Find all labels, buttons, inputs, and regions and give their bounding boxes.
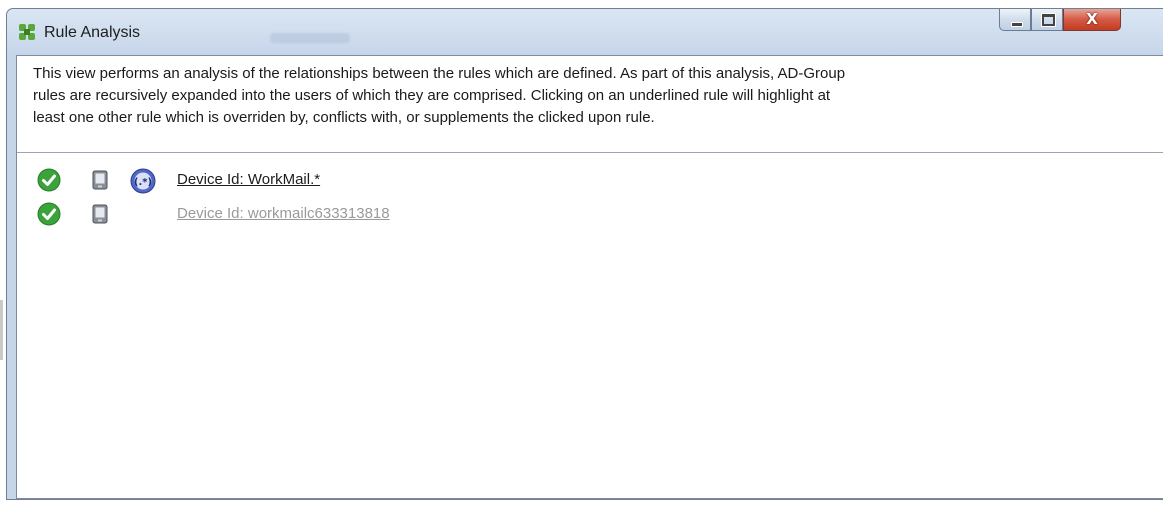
window-controls: X: [999, 9, 1121, 35]
rule-row: Device Id: workmailc633313818: [17, 202, 717, 228]
window-left-edge: [0, 300, 3, 360]
maximize-icon: [1042, 14, 1055, 26]
description-line: rules are recursively expanded into the …: [33, 87, 831, 104]
page: Rule Analysis X This view performs an an…: [0, 0, 1163, 505]
svg-text:(.*): (.*): [134, 177, 152, 188]
description-panel: This view performs an analysis of the re…: [17, 56, 1163, 153]
description-line: least one other rule which is overriden …: [33, 109, 655, 126]
check-icon: [37, 168, 61, 192]
description-line: This view performs an analysis of the re…: [33, 65, 846, 82]
close-button[interactable]: X: [1063, 9, 1121, 31]
window-title: Rule Analysis: [44, 24, 141, 41]
minimize-button[interactable]: [999, 9, 1031, 31]
regex-icon: (.*): [130, 168, 156, 194]
check-icon: [37, 202, 61, 226]
device-icon: [92, 170, 108, 190]
client-area: This view performs an analysis of the re…: [16, 55, 1163, 499]
maximize-button[interactable]: [1031, 9, 1063, 31]
title-bar[interactable]: Rule Analysis X: [7, 9, 1163, 53]
rule-link-workmailc633313818[interactable]: Device Id: workmailc633313818: [177, 205, 390, 222]
close-icon: X: [1086, 10, 1098, 28]
rule-link-workmail[interactable]: Device Id: WorkMail.*: [177, 171, 320, 188]
app-icon: [19, 24, 35, 40]
rule-row: (.*) Device Id: WorkMail.*: [17, 168, 717, 194]
minimize-icon: [1011, 22, 1023, 27]
background-blur: [270, 33, 350, 43]
device-icon: [92, 204, 108, 224]
